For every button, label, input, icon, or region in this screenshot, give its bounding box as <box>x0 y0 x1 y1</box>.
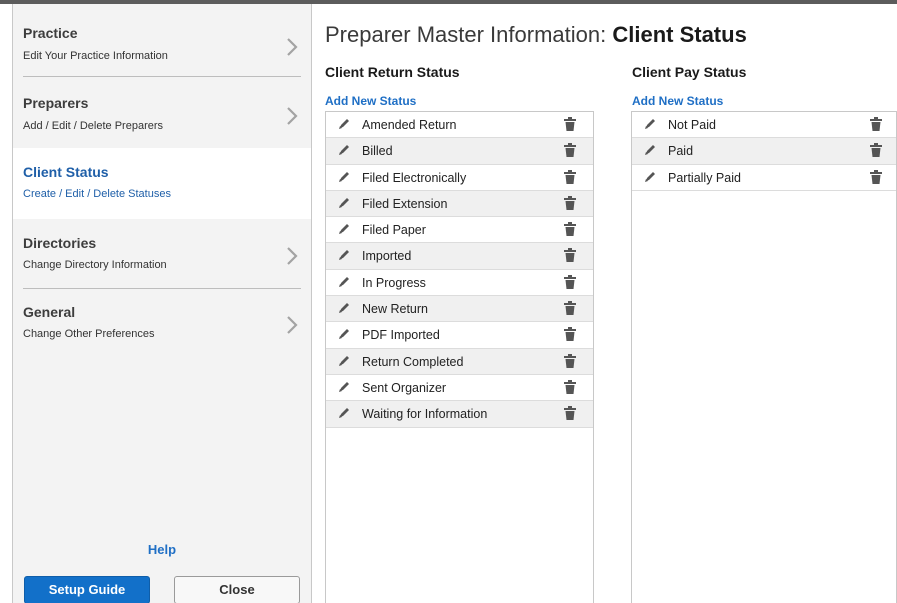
list-item: Return Completed <box>326 348 593 375</box>
sidebar-item-practice[interactable]: Practice Edit Your Practice Information <box>13 12 311 83</box>
help-link[interactable]: Help <box>13 542 311 557</box>
pay-status-heading: Client Pay Status <box>632 64 747 80</box>
pencil-icon[interactable] <box>644 144 656 156</box>
trash-icon[interactable] <box>564 248 576 263</box>
pencil-icon[interactable] <box>338 118 350 130</box>
sidebar-item-title: Preparers <box>23 95 89 111</box>
pencil-icon[interactable] <box>338 302 350 314</box>
pencil-icon[interactable] <box>338 223 350 235</box>
status-label: Waiting for Information <box>362 407 488 422</box>
chevron-right-icon <box>285 314 299 336</box>
trash-icon[interactable] <box>564 353 576 368</box>
sidebar-item-title: Directories <box>23 235 97 251</box>
pencil-icon[interactable] <box>338 144 350 156</box>
trash-icon[interactable] <box>870 143 882 158</box>
sidebar-item-subtitle: Change Directory Information <box>23 259 167 271</box>
trash-icon[interactable] <box>870 117 882 131</box>
chevron-right-icon <box>285 105 299 127</box>
page-title-bold: Client Status <box>612 22 747 47</box>
pencil-icon[interactable] <box>338 407 350 419</box>
pencil-icon[interactable] <box>644 171 656 183</box>
status-label: Paid <box>668 144 694 159</box>
sidebar-item-title: General <box>23 304 76 320</box>
status-label: Billed <box>362 144 393 159</box>
list-item: Billed <box>326 138 593 165</box>
trash-icon[interactable] <box>564 195 576 210</box>
add-return-status-link[interactable]: Add New Status <box>325 94 416 108</box>
sidebar-item-directories[interactable]: Directories Change Directory Information <box>13 219 311 290</box>
sidebar-item-title: Practice <box>23 25 78 41</box>
list-item: Filed Extension <box>326 190 593 218</box>
pencil-icon[interactable] <box>338 171 350 183</box>
sidebar-item-title: Client Status <box>23 164 109 180</box>
list-item: Amended Return <box>326 112 593 139</box>
pencil-icon[interactable] <box>338 249 350 261</box>
pencil-icon[interactable] <box>644 118 656 130</box>
pay-status-list: Not Paid Paid Partially Paid <box>631 111 897 603</box>
trash-icon[interactable] <box>870 169 882 184</box>
trash-icon[interactable] <box>564 301 576 316</box>
pencil-icon[interactable] <box>338 276 350 288</box>
return-status-heading: Client Return Status <box>325 64 460 80</box>
chevron-right-icon <box>285 245 299 267</box>
status-label: New Return <box>362 302 428 317</box>
trash-icon[interactable] <box>564 222 576 237</box>
trash-icon[interactable] <box>564 274 576 289</box>
setup-guide-button[interactable]: Setup Guide <box>24 576 150 603</box>
status-label: Filed Electronically <box>362 170 467 185</box>
trash-icon[interactable] <box>564 406 576 421</box>
pencil-icon[interactable] <box>338 355 350 367</box>
page-title: Preparer Master Information: Client Stat… <box>325 22 747 48</box>
close-button[interactable]: Close <box>174 576 300 603</box>
status-label: In Progress <box>362 275 426 290</box>
status-label: Partially Paid <box>668 170 741 185</box>
add-pay-status-link[interactable]: Add New Status <box>632 94 723 108</box>
status-label: Amended Return <box>362 118 457 132</box>
sidebar-item-client-status[interactable]: Client Status Create / Edit / Delete Sta… <box>13 148 311 219</box>
pencil-icon[interactable] <box>338 381 350 393</box>
status-label: Sent Organizer <box>362 380 447 395</box>
sidebar-item-subtitle: Add / Edit / Delete Preparers <box>23 120 164 132</box>
list-item: Sent Organizer <box>326 375 593 402</box>
list-item: Paid <box>632 138 896 165</box>
list-item: Partially Paid <box>632 165 896 191</box>
sidebar-item-subtitle: Create / Edit / Delete Statuses <box>23 188 171 200</box>
trash-icon[interactable] <box>564 143 576 158</box>
list-item: PDF Imported <box>326 322 593 349</box>
list-item: Not Paid <box>632 112 896 139</box>
trash-icon[interactable] <box>564 117 576 131</box>
trash-icon[interactable] <box>564 327 576 342</box>
list-item: Filed Paper <box>326 217 593 244</box>
list-item: Imported <box>326 243 593 270</box>
list-item: Waiting for Information <box>326 401 593 428</box>
sidebar-item-subtitle: Change Other Preferences <box>23 328 155 340</box>
status-label: Filed Extension <box>362 196 448 211</box>
page-title-prefix: Preparer Master Information: <box>325 22 613 47</box>
status-label: Imported <box>362 249 412 264</box>
chevron-right-icon <box>285 36 299 58</box>
status-label: PDF Imported <box>362 328 440 343</box>
list-item: Filed Electronically <box>326 165 593 191</box>
list-item: In Progress <box>326 270 593 297</box>
sidebar-item-subtitle: Edit Your Practice Information <box>23 50 168 62</box>
trash-icon[interactable] <box>564 169 576 184</box>
status-label: Return Completed <box>362 354 464 369</box>
pencil-icon[interactable] <box>338 197 350 209</box>
status-label: Filed Paper <box>362 223 426 238</box>
sidebar: Practice Edit Your Practice Information … <box>12 4 312 603</box>
sidebar-item-general[interactable]: General Change Other Preferences <box>13 289 311 360</box>
pencil-icon[interactable] <box>338 328 350 340</box>
return-status-list: Amended Return Billed Filed Electronically… <box>325 111 594 603</box>
sidebar-item-preparers[interactable]: Preparers Add / Edit / Delete Preparers <box>13 77 311 148</box>
status-label: Not Paid <box>668 118 716 132</box>
list-item: New Return <box>326 296 593 323</box>
trash-icon[interactable] <box>564 379 576 394</box>
